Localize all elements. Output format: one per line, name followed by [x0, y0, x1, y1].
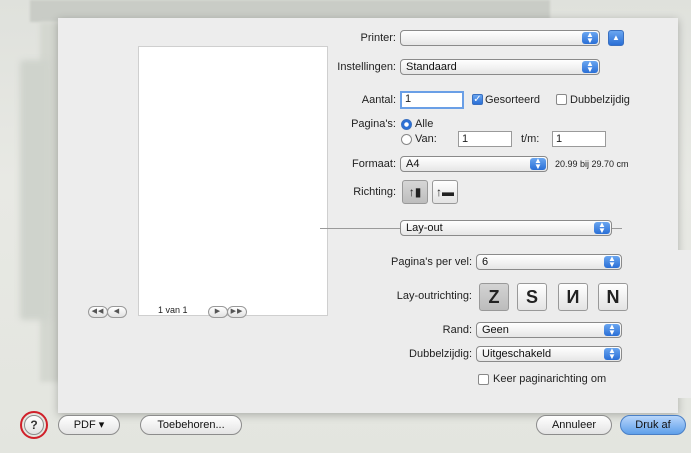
paper-size-select[interactable]: A4 ▲ ▼ [400, 156, 548, 172]
presets-select[interactable]: Standaard ▲ ▼ [400, 59, 600, 75]
dialog-footer: ? PDF ▾ Toebehoren... Annuleer Druk af [0, 405, 691, 453]
pages-from-label: Van: [415, 133, 437, 145]
popup-arrows-icon: ▲ ▼ [582, 31, 598, 45]
first-page-button[interactable]: ◀◀ [88, 306, 108, 318]
section-separator-right [612, 228, 622, 229]
two-sided-select[interactable]: Uitgeschakeld ▲ ▼ [476, 346, 622, 362]
copies-label: Aantal: [361, 94, 396, 106]
layout-direction-label: Lay-outrichting: [396, 290, 472, 302]
landscape-orientation-icon[interactable]: ↑▬ [432, 180, 458, 204]
background-content [20, 60, 50, 320]
duplex-checkbox[interactable] [556, 94, 567, 105]
pdf-menu-button[interactable]: PDF ▾ [58, 415, 120, 435]
popup-arrows-icon: ▲ ▼ [594, 221, 610, 235]
cancel-button[interactable]: Annuleer [536, 415, 612, 435]
layout-reverse-n-icon[interactable]: И [558, 283, 588, 311]
printer-label: Printer: [360, 32, 396, 44]
page-indicator: 1 van 1 [158, 305, 188, 315]
popup-arrows-icon: ▲ ▼ [604, 347, 620, 361]
pages-label: Pagina's: [351, 118, 396, 130]
collated-label: Gesorteerd [485, 94, 541, 106]
layout-z-icon[interactable]: Z [479, 283, 509, 311]
paper-size-dimensions: 20.99 bij 29.70 cm [555, 159, 629, 169]
two-sided-label: Dubbelzijdig: [409, 348, 472, 360]
next-page-button[interactable]: ▶ [208, 306, 228, 318]
collated-checkbox[interactable]: ✓ [472, 94, 483, 105]
layout-s-icon[interactable]: S [517, 283, 547, 311]
border-select[interactable]: Geen ▲ ▼ [476, 322, 622, 338]
section-separator-left [320, 228, 400, 229]
popup-arrows-icon: ▲ ▼ [582, 60, 598, 74]
print-dialog: ◀◀ ◀ 1 van 1 ▶ ▶▶ Printer: ▲ ▼ ▲ Instelli… [58, 18, 691, 413]
pages-to-field[interactable]: 1 [552, 131, 606, 147]
help-icon[interactable]: ? [24, 415, 44, 435]
accessories-button[interactable]: Toebehoren... [140, 415, 242, 435]
pages-all-radio[interactable] [401, 119, 412, 130]
pages-per-sheet-label: Pagina's per vel: [391, 256, 472, 268]
printer-select[interactable]: ▲ ▼ [400, 30, 600, 46]
pages-per-sheet-select[interactable]: 6 ▲ ▼ [476, 254, 622, 270]
reverse-page-orientation-label: Keer paginarichting om [493, 373, 607, 385]
orientation-label: Richting: [353, 186, 396, 198]
popup-arrows-icon: ▲ ▼ [604, 255, 620, 269]
pages-from-field[interactable]: 1 [458, 131, 512, 147]
copies-field[interactable]: 1 [400, 91, 464, 109]
print-preview-page [138, 46, 328, 316]
pages-to-label: t/m: [521, 133, 540, 145]
popup-arrows-icon: ▲ ▼ [604, 323, 620, 337]
presets-label: Instellingen: [337, 61, 396, 73]
pages-all-label: Alle [415, 118, 434, 130]
layout-n-icon[interactable]: N [598, 283, 628, 311]
paper-size-label: Formaat: [351, 158, 396, 170]
popup-arrows-icon: ▲ ▼ [530, 157, 546, 171]
duplex-label: Dubbelzijdig [570, 94, 630, 106]
print-button[interactable]: Druk af [620, 415, 686, 435]
last-page-button[interactable]: ▶▶ [227, 306, 247, 318]
section-select[interactable]: Lay-out ▲ ▼ [400, 220, 612, 236]
previous-page-button[interactable]: ◀ [107, 306, 127, 318]
portrait-orientation-icon[interactable]: ↑▮ [402, 180, 428, 204]
pages-range-radio[interactable] [401, 134, 412, 145]
disclosure-up-icon[interactable]: ▲ [608, 30, 624, 46]
border-label: Rand: [442, 324, 472, 336]
reverse-page-orientation-checkbox[interactable] [478, 374, 489, 385]
